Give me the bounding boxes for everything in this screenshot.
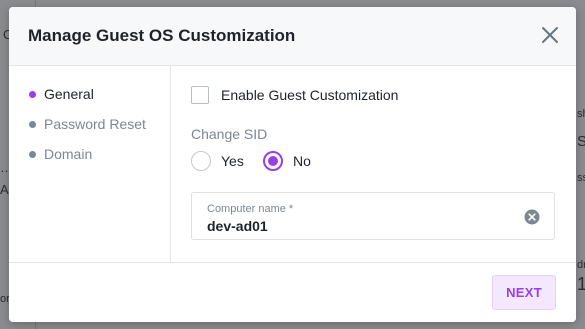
enable-guest-customization-row[interactable]: Enable Guest Customization [191, 86, 398, 104]
next-button[interactable]: NEXT [492, 275, 556, 310]
clear-input-button[interactable] [524, 209, 540, 225]
radio-label: Yes [221, 153, 244, 169]
general-settings-panel: Enable Guest Customization Change SID Ye… [171, 66, 576, 262]
enable-guest-customization-label: Enable Guest Customization [221, 87, 399, 103]
close-icon [542, 27, 558, 43]
background-fragment: dr [577, 259, 585, 271]
step-dot-icon [29, 150, 36, 158]
guest-os-customization-dialog: Manage Guest OS Customization General Pa… [9, 7, 576, 322]
computer-name-label: Computer name * [207, 203, 294, 215]
sid-option-no[interactable]: No [263, 151, 311, 171]
background-fragment: sh [577, 108, 585, 120]
background-fragment: ss [577, 172, 585, 184]
background-fragment: 1 [577, 274, 585, 294]
computer-name-input[interactable] [207, 218, 507, 234]
sid-option-yes[interactable]: Yes [191, 151, 244, 171]
computer-name-field[interactable]: Computer name * [191, 192, 555, 240]
dialog-footer: NEXT [9, 262, 576, 322]
sidebar-item-domain[interactable]: Domain [29, 144, 92, 164]
step-dot-icon [29, 120, 36, 128]
step-sidebar: General Password Reset Domain [9, 66, 171, 262]
active-step-dot-icon [29, 90, 36, 98]
dialog-title: Manage Guest OS Customization [28, 26, 296, 45]
radio-yes[interactable] [191, 151, 211, 171]
sidebar-item-general[interactable]: General [29, 84, 94, 104]
sidebar-item-label: Password Reset [44, 116, 146, 132]
close-button[interactable] [540, 25, 560, 45]
sidebar-item-label: General [44, 86, 94, 102]
enable-guest-customization-checkbox[interactable] [191, 86, 209, 104]
radio-label: No [293, 153, 311, 169]
clear-circle-icon [524, 209, 540, 225]
change-sid-label: Change SID [191, 126, 268, 142]
sidebar-item-label: Domain [44, 146, 93, 162]
radio-no[interactable] [263, 151, 283, 171]
dialog-header: Manage Guest OS Customization [9, 7, 576, 66]
background-fragment: S [577, 133, 585, 150]
sidebar-item-password-reset[interactable]: Password Reset [29, 114, 146, 134]
